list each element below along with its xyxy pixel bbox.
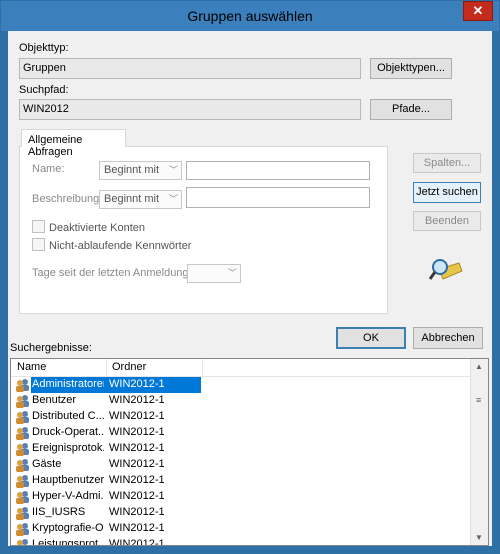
group-icon — [16, 475, 29, 488]
row-name: Distributed C... — [32, 410, 104, 422]
disabled-accounts-row[interactable]: Deaktivierte Konten — [32, 220, 145, 234]
table-row[interactable]: Hauptbenutzer WIN2012-1 — [11, 473, 471, 489]
column-divider[interactable] — [202, 359, 203, 375]
search-path-label: Suchpfad: — [19, 84, 69, 96]
days-since-logon-label: Tage seit der letzten Anmeldung: — [32, 267, 192, 279]
column-header-name[interactable]: Name — [17, 361, 46, 373]
object-type-field: Gruppen — [19, 58, 361, 79]
table-row[interactable]: Hyper-V-Admi... WIN2012-1 — [11, 489, 471, 505]
non-expiring-passwords-row[interactable]: Nicht-ablaufende Kennwörter — [32, 238, 191, 252]
table-row[interactable]: Kryptografie-O... WIN2012-1 — [11, 521, 471, 537]
name-input[interactable] — [186, 161, 370, 180]
scroll-up-arrow-icon[interactable]: ▲ — [475, 362, 483, 371]
row-name: Kryptografie-O... — [32, 522, 104, 534]
group-icon — [16, 395, 29, 408]
scroll-down-arrow-icon[interactable]: ▼ — [475, 533, 483, 542]
columns-button[interactable]: Spalten... — [413, 153, 481, 173]
group-icon — [16, 443, 29, 456]
row-folder: WIN2012-1 — [109, 522, 165, 534]
object-type-label: Objekttyp: — [19, 42, 69, 54]
group-icon — [16, 507, 29, 520]
group-icon — [16, 523, 29, 536]
search-now-button[interactable]: Jetzt suchen — [413, 182, 481, 203]
table-row[interactable]: Distributed C... WIN2012-1 — [11, 409, 471, 425]
disabled-accounts-label: Deaktivierte Konten — [49, 222, 145, 234]
row-name: Administratoren — [32, 378, 104, 390]
table-row[interactable]: IIS_IUSRS WIN2012-1 — [11, 505, 471, 521]
row-folder: WIN2012-1 — [109, 458, 165, 470]
group-icon — [17, 539, 28, 545]
chevron-down-icon: ﹀ — [227, 268, 237, 278]
ok-button[interactable]: OK — [336, 327, 406, 349]
row-folder: WIN2012-1 — [109, 474, 165, 486]
disabled-accounts-checkbox[interactable] — [32, 220, 45, 233]
description-mode-combo[interactable]: Beginnt mit ﹀ — [99, 190, 182, 209]
table-row[interactable]: Benutzer WIN2012-1 — [11, 393, 471, 409]
row-name: Ereignisprotok... — [32, 442, 104, 454]
row-folder: WIN2012-1 — [109, 394, 165, 406]
row-name: Hyper-V-Admi... — [32, 490, 104, 502]
name-mode-value: Beginnt mit — [104, 164, 160, 176]
non-expiring-passwords-label: Nicht-ablaufende Kennwörter — [49, 240, 192, 252]
group-icon — [16, 459, 29, 472]
row-folder: WIN2012-1 — [109, 410, 165, 422]
column-divider[interactable] — [106, 359, 107, 375]
row-name: Gäste — [32, 458, 62, 470]
title-bar[interactable]: Gruppen auswählen ✕ — [1, 1, 499, 31]
row-folder: WIN2012-1 — [109, 426, 165, 438]
row-name: IIS_IUSRS — [32, 506, 86, 518]
table-row[interactable]: Leistungsprot... WIN2012-1 — [11, 537, 471, 546]
non-expiring-passwords-checkbox[interactable] — [32, 238, 45, 251]
table-row[interactable]: Ereignisprotok... WIN2012-1 — [11, 441, 471, 457]
description-label: Beschreibung: — [32, 193, 103, 205]
results-header: Name Ordner — [11, 359, 488, 377]
group-icon — [16, 379, 29, 392]
description-mode-value: Beginnt mit — [104, 193, 160, 205]
search-results-list[interactable]: Name Ordner Administratoren WIN2012-1 Benu… — [10, 358, 489, 546]
tab-general-queries[interactable]: Allgemeine Abfragen — [21, 129, 126, 158]
paths-button[interactable]: Pfade... — [370, 99, 452, 120]
group-icon — [16, 427, 29, 440]
row-folder: WIN2012-1 — [109, 442, 165, 454]
name-mode-combo[interactable]: Beginnt mit ﹀ — [99, 161, 182, 180]
search-results-label: Suchergebnisse: — [10, 342, 92, 354]
group-icon — [16, 411, 29, 424]
window-title: Gruppen auswählen — [187, 8, 313, 24]
dialog-client-area: Objekttyp: Gruppen Objekttypen... Suchpf… — [8, 31, 492, 546]
column-header-folder[interactable]: Ordner — [112, 361, 146, 373]
close-button[interactable]: ✕ — [463, 1, 493, 21]
days-since-logon-combo[interactable]: ﹀ — [187, 264, 241, 283]
chevron-down-icon: ﹀ — [168, 165, 178, 175]
vertical-scrollbar[interactable]: ▲ ≡ ▼ — [470, 359, 488, 545]
object-types-button[interactable]: Objekttypen... — [370, 58, 452, 79]
table-row[interactable]: Gäste WIN2012-1 — [11, 457, 471, 473]
name-label: Name: — [32, 163, 65, 175]
cancel-button[interactable]: Abbrechen — [413, 327, 483, 349]
search-path-field: WIN2012 — [19, 99, 361, 120]
row-name: Hauptbenutzer — [32, 474, 104, 486]
table-row[interactable]: Druck-Operat... WIN2012-1 — [11, 425, 471, 441]
chevron-down-icon: ﹀ — [168, 194, 178, 204]
row-folder: WIN2012-1 — [109, 378, 165, 390]
row-folder: WIN2012-1 — [109, 538, 165, 546]
search-magnifier-icon — [429, 259, 463, 280]
row-folder: WIN2012-1 — [109, 506, 165, 518]
stop-button[interactable]: Beenden — [413, 211, 481, 231]
description-input[interactable] — [186, 187, 370, 208]
group-icon — [16, 491, 29, 504]
dialog-window: Gruppen auswählen ✕ Objekttyp: Gruppen O… — [0, 0, 500, 554]
row-folder: WIN2012-1 — [109, 490, 165, 502]
row-name: Druck-Operat... — [32, 426, 104, 438]
row-name: Benutzer — [32, 394, 77, 406]
table-row[interactable]: Administratoren WIN2012-1 — [11, 377, 471, 393]
scrollbar-thumb[interactable]: ≡ — [476, 396, 483, 409]
row-name: Leistungsprot... — [32, 538, 104, 546]
